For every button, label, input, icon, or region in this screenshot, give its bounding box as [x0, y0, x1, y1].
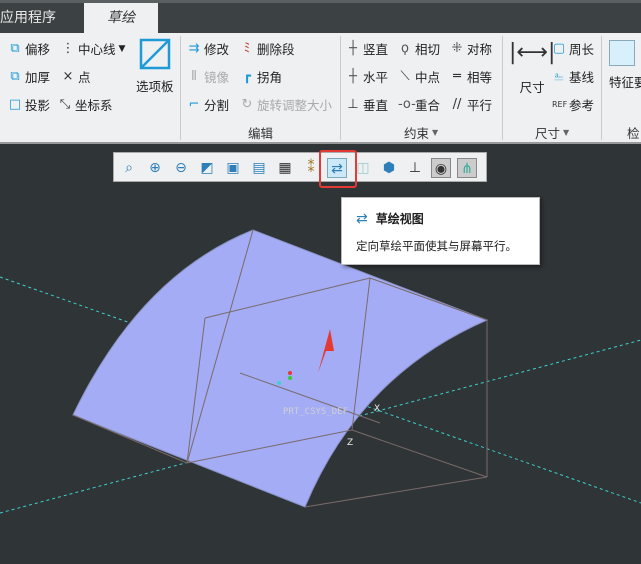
zoom-in-icon[interactable]: ⊕: [145, 158, 165, 178]
csys-label: PRT_CSYS_DEF: [283, 407, 348, 417]
perpendicular-constraint-button[interactable]: ⊥ 垂直: [346, 95, 388, 114]
tab-applications[interactable]: 应用程序: [0, 3, 70, 33]
chevron-down-icon: ▼: [118, 43, 126, 54]
perimeter-icon: ▢: [552, 40, 566, 56]
divider: [340, 36, 341, 140]
parallel-icon: //: [452, 96, 462, 112]
delete-segment-button[interactable]: ﾐ删除段: [240, 39, 295, 58]
divide-icon: ⌐: [188, 96, 200, 112]
tangent-constraint-button[interactable]: ϙ 相切: [398, 39, 440, 58]
point-button[interactable]: × 点: [61, 67, 91, 86]
shading-icon[interactable]: ⬢: [379, 158, 399, 178]
palette-icon: [139, 38, 170, 70]
sketcher-display-icon[interactable]: ◉: [431, 158, 451, 178]
sketch-view-icon: ⇄: [356, 210, 368, 227]
view-toolbar: ⌕ ⊕ ⊖ ◩ ▣ ▤ ▦ ⁑ ⇄ ◫ ⬢ ⊥ ◉ ⋔: [113, 152, 487, 182]
datum-display-icon[interactable]: ⁑: [301, 158, 321, 178]
group-label-inspect: 检: [627, 126, 640, 141]
horizontal-icon: ┼: [349, 68, 357, 84]
tooltip-title: 草绘视图: [375, 212, 424, 226]
mirror-button[interactable]: ⫴ 镜像: [187, 67, 229, 86]
reference-icon: REF: [552, 99, 568, 109]
symmetric-icon: ⁜: [451, 40, 463, 56]
vertical-icon: ┼: [349, 40, 357, 56]
perpendicular-icon: ⊥: [347, 96, 359, 112]
baseline-icon: ⎁: [553, 68, 565, 84]
divider: [180, 36, 181, 140]
parallel-constraint-button[interactable]: //平行: [450, 95, 492, 114]
delete-segment-icon: ﾐ: [243, 40, 251, 56]
point-icon: ×: [62, 68, 74, 84]
midpoint-constraint-button[interactable]: ⟍ 中点: [398, 67, 440, 86]
palette-button[interactable]: 选项板: [136, 38, 174, 95]
offset-button[interactable]: ⧉ 偏移: [8, 39, 50, 58]
project-button[interactable]: □ 投影: [8, 95, 50, 114]
reference-button[interactable]: REF 参考: [552, 95, 594, 114]
feature-requirements-button[interactable]: 特征要: [609, 40, 641, 91]
thicken-icon: ⧉: [10, 68, 20, 84]
centerline-button[interactable]: ⋮ 中心线 ▼: [61, 39, 126, 58]
modify-icon: ⇉: [188, 40, 200, 56]
named-views-icon[interactable]: ▤: [249, 158, 269, 178]
sketch-surface[interactable]: [72, 229, 489, 508]
rotate-icon: ↻: [241, 96, 253, 112]
tooltip-description: 定向草绘平面使其与屏幕平行。: [356, 239, 517, 253]
tangent-icon: ϙ: [401, 40, 409, 56]
coincident-icon: -o-: [398, 96, 416, 112]
annotation-display-icon[interactable]: ⊥: [405, 158, 425, 178]
saved-orientations-icon[interactable]: ▣: [223, 158, 243, 178]
display-style-icon[interactable]: ▦: [275, 158, 295, 178]
equal-constraint-button[interactable]: ═ 相等: [450, 67, 492, 86]
group-label-edit: 编辑: [248, 126, 274, 141]
csys-button[interactable]: ⤡ 坐标系: [58, 95, 113, 114]
symmetric-constraint-button[interactable]: ⁜ 对称: [450, 39, 492, 58]
tab-sketch[interactable]: 草绘: [84, 3, 158, 33]
perimeter-button[interactable]: ▢ 周长: [552, 39, 594, 58]
chevron-down-icon: ▼: [563, 128, 570, 137]
mirror-icon: ⫴: [191, 68, 197, 84]
corner-icon: ┏: [243, 68, 251, 84]
rotate-resize-button[interactable]: ↻ 旋转调整大小: [240, 95, 332, 114]
baseline-button[interactable]: ⎁ 基线: [552, 67, 594, 86]
axis-z-label: Z: [347, 438, 353, 448]
csys-icon: ⤡: [59, 96, 71, 112]
dimension-icon: |⟷|: [509, 40, 556, 65]
graphics-area[interactable]: PRT_CSYS_DEF X Z: [0, 145, 641, 564]
group-label-constrain[interactable]: 约束 ▼: [404, 123, 438, 142]
coincident-constraint-button[interactable]: -o- 重合: [398, 95, 440, 114]
divide-button[interactable]: ⌐ 分割: [187, 95, 229, 114]
modify-button[interactable]: ⇉ 修改: [187, 39, 229, 58]
offset-icon: ⧉: [10, 40, 20, 56]
centerline-icon: ⋮: [61, 40, 75, 56]
ribbon-tabs: 应用程序 草绘: [0, 0, 641, 33]
corner-button[interactable]: ┏ 拐角: [240, 67, 282, 86]
dimension-button[interactable]: |⟷| 尺寸: [509, 40, 555, 96]
thicken-button[interactable]: ⧉ 加厚: [8, 67, 50, 86]
chevron-down-icon: ▼: [432, 128, 439, 137]
divider: [601, 36, 602, 140]
group-label-dimension[interactable]: 尺寸 ▼: [535, 123, 569, 142]
constraint-display-icon[interactable]: ⋔: [457, 158, 477, 178]
project-icon: □: [8, 96, 22, 112]
highlight-box: [319, 150, 357, 188]
zoom-out-icon[interactable]: ⊖: [171, 158, 191, 178]
equal-icon: ═: [453, 68, 461, 84]
vertical-constraint-button[interactable]: ┼ 竖直: [346, 39, 388, 58]
repaint-icon[interactable]: ◩: [197, 158, 217, 178]
divider: [502, 36, 503, 140]
feature-requirements-icon: [609, 40, 635, 66]
midpoint-icon: ⟍: [400, 68, 410, 84]
horizontal-constraint-button[interactable]: ┼ 水平: [346, 67, 388, 86]
tooltip: ⇄ 草绘视图 定向草绘平面使其与屏幕平行。: [341, 197, 540, 265]
axis-x-label: X: [374, 404, 380, 414]
refit-icon[interactable]: ⌕: [119, 158, 139, 178]
